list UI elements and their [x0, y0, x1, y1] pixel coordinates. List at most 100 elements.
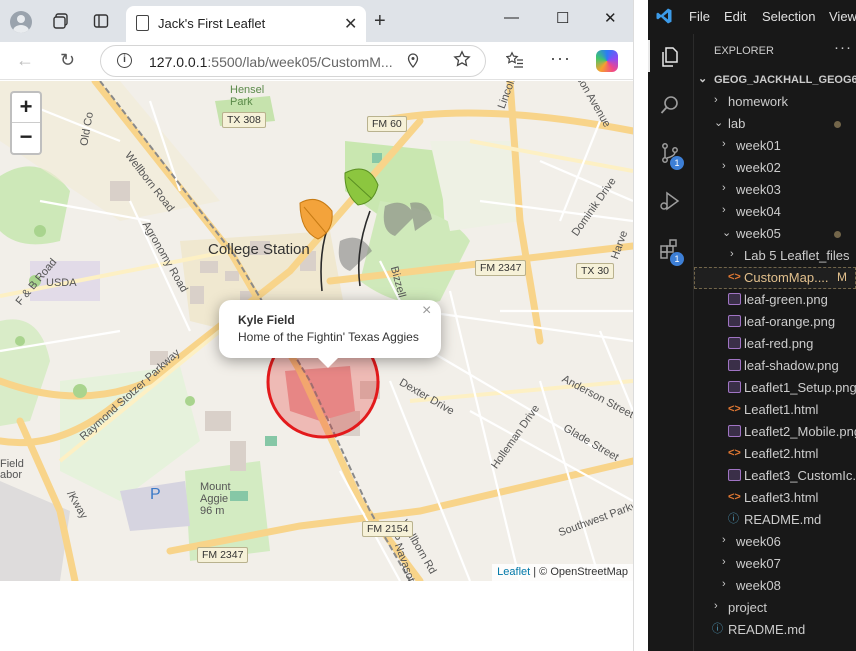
tree-item-label: leaf-green.png: [744, 292, 828, 307]
shield-fm2154: FM 2154: [362, 521, 414, 537]
tree-item-label: homework: [728, 94, 788, 109]
more-menu-icon[interactable]: ···: [550, 48, 571, 69]
tree-item-label: Leaflet3_CustomIc...: [744, 468, 856, 483]
explorer-title: EXPLORER: [714, 45, 774, 57]
html-file-icon: <>: [728, 491, 741, 503]
favorites-icon[interactable]: [505, 51, 524, 74]
tree-file[interactable]: <> CustomMap.... M: [694, 267, 856, 289]
shield-fm2347-east: FM 2347: [475, 260, 527, 276]
source-control-badge: 1: [670, 156, 684, 170]
tree-file[interactable]: leaf-shadow.png: [694, 355, 856, 377]
image-file-icon: [728, 359, 741, 371]
menu-view[interactable]: View: [829, 9, 856, 24]
url-path: :5500/lab/week05/CustomM...: [207, 54, 393, 70]
tree-item-label: week04: [736, 204, 781, 219]
tree-file[interactable]: leaf-orange.png: [694, 311, 856, 333]
run-debug-icon[interactable]: [656, 187, 684, 215]
browser-tab-active[interactable]: Jack's First Leaflet ✕: [126, 6, 366, 42]
site-info-icon[interactable]: i: [117, 53, 132, 68]
chevron-right-icon: ›: [714, 600, 718, 612]
tree-item-label: Leaflet1.html: [744, 402, 819, 417]
vertical-tabs-icon[interactable]: [90, 10, 112, 32]
workspaces-icon[interactable]: [50, 10, 72, 32]
modified-dot-icon: [834, 121, 841, 128]
leaflet-link[interactable]: Leaflet: [497, 566, 530, 578]
image-file-icon: [728, 315, 741, 327]
tree-item-label: README.md: [744, 512, 822, 527]
tree-folder[interactable]: › week08: [694, 575, 856, 597]
tree-file[interactable]: Leaflet2_Mobile.png: [694, 421, 856, 443]
tree-file[interactable]: leaf-red.png: [694, 333, 856, 355]
image-file-icon: [728, 469, 741, 481]
location-pin-icon[interactable]: [407, 53, 419, 71]
menu-selection[interactable]: Selection: [762, 9, 815, 24]
parking-icon: P: [150, 486, 161, 503]
shield-tx30: TX 30: [576, 263, 615, 279]
tree-folder[interactable]: › week02: [694, 157, 856, 179]
tree-file[interactable]: leaf-green.png: [694, 289, 856, 311]
tree-folder[interactable]: › homework: [694, 91, 856, 113]
tree-folder[interactable]: ⌄ lab: [694, 113, 856, 135]
address-bar[interactable]: i 127.0.0.1:5500/lab/week05/CustomM...: [100, 45, 486, 77]
browser-toolbar: ← ↻ i 127.0.0.1:5500/lab/week05/CustomM.…: [0, 42, 633, 80]
copilot-icon[interactable]: [596, 50, 618, 72]
chevron-right-icon: ›: [722, 578, 726, 590]
tree-folder[interactable]: › project: [694, 597, 856, 619]
tree-folder[interactable]: › week07: [694, 553, 856, 575]
explorer-files-icon[interactable]: [656, 43, 684, 71]
map-label-mount-aggie: Mount Aggie 96 m: [200, 481, 231, 517]
map-popup: Kyle Field Home of the Fightin' Texas Ag…: [219, 300, 441, 368]
tree-folder[interactable]: › week01: [694, 135, 856, 157]
map-label-field: Field abor: [0, 458, 24, 481]
tree-folder[interactable]: › Lab 5 Leaflet_files: [694, 245, 856, 267]
tree-file[interactable]: ⓘ README.md: [694, 509, 856, 531]
tree-file[interactable]: <> Leaflet1.html: [694, 399, 856, 421]
menu-edit[interactable]: Edit: [724, 9, 746, 24]
tree-item-label: project: [728, 600, 768, 615]
favorite-star-icon[interactable]: [453, 50, 471, 73]
tree-item-label: week06: [736, 534, 781, 549]
close-window-button[interactable]: ✕: [604, 9, 617, 27]
tree-file[interactable]: Leaflet1_Setup.png: [694, 377, 856, 399]
popup-close-button[interactable]: ×: [422, 302, 431, 320]
tree-file[interactable]: <> Leaflet2.html: [694, 443, 856, 465]
osm-link[interactable]: OpenStreetMap: [550, 566, 628, 578]
info-file-icon: ⓘ: [728, 513, 739, 525]
document-icon: [136, 15, 149, 31]
zoom-out-button[interactable]: −: [12, 123, 40, 153]
tree-item-label: week02: [736, 160, 781, 175]
maximize-button[interactable]: ☐: [556, 9, 569, 27]
tree-folder[interactable]: ⌄ week05: [694, 223, 856, 245]
chevron-right-icon: ›: [722, 556, 726, 568]
tab-bar: Jack's First Leaflet ✕ + — ☐ ✕: [0, 0, 633, 42]
profile-avatar[interactable]: [10, 11, 32, 33]
tree-folder[interactable]: › week06: [694, 531, 856, 553]
tree-file[interactable]: ⓘ README.md: [694, 619, 856, 641]
workspace-root[interactable]: ⌄ GEOG_JACKHALL_GEOG678: [694, 69, 856, 91]
browser-window: Jack's First Leaflet ✕ + — ☐ ✕ ← ↻ i 127…: [0, 0, 633, 651]
info-file-icon: ⓘ: [712, 623, 723, 635]
menu-file[interactable]: File: [689, 9, 710, 24]
new-tab-button[interactable]: +: [374, 11, 386, 31]
popup-body: Home of the Fightin' Texas Aggies: [238, 330, 419, 344]
tree-item-label: Lab 5 Leaflet_files: [744, 248, 850, 263]
back-button[interactable]: ←: [16, 50, 34, 71]
tree-folder[interactable]: › week04: [694, 201, 856, 223]
tree-item-label: Leaflet3.html: [744, 490, 819, 505]
active-indicator: [648, 40, 650, 72]
tree-item-label: leaf-orange.png: [744, 314, 836, 329]
leaflet-map[interactable]: College Station Hensel Park Wellborn Roa…: [0, 81, 633, 581]
tree-file[interactable]: Leaflet3_CustomIc...: [694, 465, 856, 487]
zoom-in-button[interactable]: +: [12, 93, 40, 123]
tab-close-icon[interactable]: ✕: [344, 14, 357, 34]
search-icon[interactable]: [656, 91, 684, 119]
tree-file[interactable]: <> Leaflet3.html: [694, 487, 856, 509]
tree-folder[interactable]: › week03: [694, 179, 856, 201]
explorer-more-icon[interactable]: ···: [834, 39, 852, 56]
url-text[interactable]: 127.0.0.1:5500/lab/week05/CustomM...: [149, 54, 393, 70]
reload-button[interactable]: ↻: [60, 50, 75, 71]
tree-item-label: week08: [736, 578, 781, 593]
minimize-button[interactable]: —: [504, 9, 519, 26]
map-label-hensel-park: Hensel Park: [230, 84, 265, 108]
chevron-right-icon: ›: [722, 182, 726, 194]
